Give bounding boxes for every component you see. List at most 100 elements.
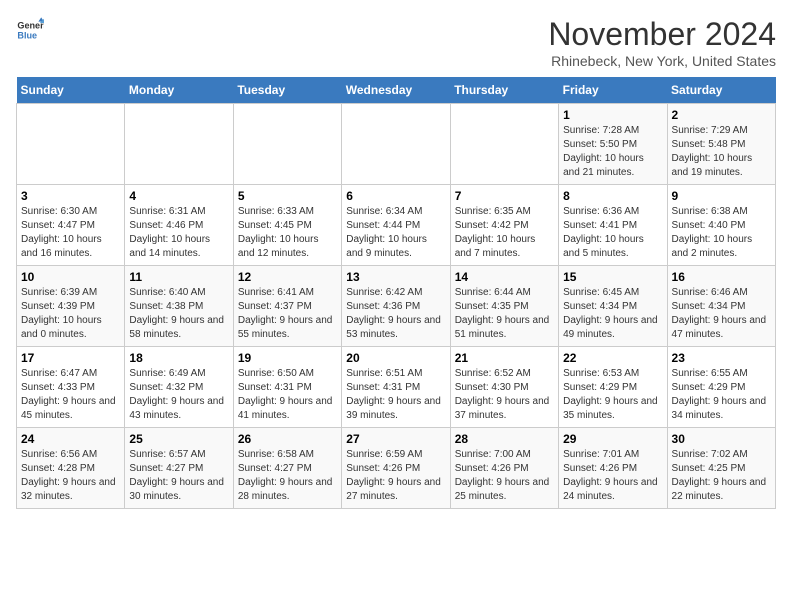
- day-number: 25: [129, 432, 228, 446]
- day-info: Sunrise: 6:46 AM Sunset: 4:34 PM Dayligh…: [672, 286, 771, 342]
- day-number: 24: [21, 432, 120, 446]
- day-cell: 4 Sunrise: 6:31 AM Sunset: 4:46 PM Daylig…: [125, 185, 233, 266]
- day-number: 2: [672, 108, 771, 122]
- month-title: November 2024: [548, 16, 776, 53]
- day-info: Sunrise: 6:33 AM Sunset: 4:45 PM Dayligh…: [238, 205, 337, 261]
- day-info: Sunrise: 6:59 AM Sunset: 4:26 PM Dayligh…: [346, 448, 445, 504]
- page-header: General Blue November 2024 Rhinebeck, Ne…: [16, 16, 776, 69]
- week-row-4: 17 Sunrise: 6:47 AM Sunset: 4:33 PM Dayli…: [17, 347, 776, 428]
- day-info: Sunrise: 6:47 AM Sunset: 4:33 PM Dayligh…: [21, 367, 120, 423]
- day-number: 19: [238, 351, 337, 365]
- day-number: 6: [346, 189, 445, 203]
- day-number: 8: [563, 189, 662, 203]
- day-cell: 8 Sunrise: 6:36 AM Sunset: 4:41 PM Daylig…: [559, 185, 667, 266]
- week-row-1: 1 Sunrise: 7:28 AM Sunset: 5:50 PM Daylig…: [17, 104, 776, 185]
- day-cell: 30 Sunrise: 7:02 AM Sunset: 4:25 PM Dayli…: [667, 428, 775, 509]
- day-cell: 26Sunrise: 6:58 AM Sunset: 4:27 PM Dayli…: [233, 428, 341, 509]
- day-number: 13: [346, 270, 445, 284]
- day-cell: 11Sunrise: 6:40 AM Sunset: 4:38 PM Dayli…: [125, 266, 233, 347]
- day-number: 28: [455, 432, 554, 446]
- col-header-friday: Friday: [559, 77, 667, 104]
- col-header-thursday: Thursday: [450, 77, 558, 104]
- day-info: Sunrise: 6:42 AM Sunset: 4:36 PM Dayligh…: [346, 286, 445, 342]
- col-header-saturday: Saturday: [667, 77, 775, 104]
- day-info: Sunrise: 6:39 AM Sunset: 4:39 PM Dayligh…: [21, 286, 120, 342]
- col-header-sunday: Sunday: [17, 77, 125, 104]
- week-row-2: 3Sunrise: 6:30 AM Sunset: 4:47 PM Daylig…: [17, 185, 776, 266]
- col-header-wednesday: Wednesday: [342, 77, 450, 104]
- day-cell: 16 Sunrise: 6:46 AM Sunset: 4:34 PM Dayli…: [667, 266, 775, 347]
- col-header-tuesday: Tuesday: [233, 77, 341, 104]
- day-cell: 5 Sunrise: 6:33 AM Sunset: 4:45 PM Daylig…: [233, 185, 341, 266]
- day-number: 5: [238, 189, 337, 203]
- day-cell: 6 Sunrise: 6:34 AM Sunset: 4:44 PM Daylig…: [342, 185, 450, 266]
- day-number: 18: [129, 351, 228, 365]
- day-number: 22: [563, 351, 662, 365]
- day-info: Sunrise: 7:00 AM Sunset: 4:26 PM Dayligh…: [455, 448, 554, 504]
- calendar-table: SundayMondayTuesdayWednesdayThursdayFrid…: [16, 77, 776, 509]
- day-number: 14: [455, 270, 554, 284]
- day-info: Sunrise: 6:44 AM Sunset: 4:35 PM Dayligh…: [455, 286, 554, 342]
- day-cell: 29Sunrise: 7:01 AM Sunset: 4:26 PM Dayli…: [559, 428, 667, 509]
- day-number: 20: [346, 351, 445, 365]
- day-info: Sunrise: 6:51 AM Sunset: 4:31 PM Dayligh…: [346, 367, 445, 423]
- day-info: Sunrise: 6:31 AM Sunset: 4:46 PM Dayligh…: [129, 205, 228, 261]
- day-cell: 24 Sunrise: 6:56 AM Sunset: 4:28 PM Dayli…: [17, 428, 125, 509]
- col-header-monday: Monday: [125, 77, 233, 104]
- day-info: Sunrise: 6:52 AM Sunset: 4:30 PM Dayligh…: [455, 367, 554, 423]
- day-number: 4: [129, 189, 228, 203]
- day-number: 30: [672, 432, 771, 446]
- day-number: 17: [21, 351, 120, 365]
- day-cell: 23 Sunrise: 6:55 AM Sunset: 4:29 PM Dayli…: [667, 347, 775, 428]
- day-info: Sunrise: 6:49 AM Sunset: 4:32 PM Dayligh…: [129, 367, 228, 423]
- day-number: 10: [21, 270, 120, 284]
- day-info: Sunrise: 6:55 AM Sunset: 4:29 PM Dayligh…: [672, 367, 771, 423]
- day-number: 3: [21, 189, 120, 203]
- day-cell: 25 Sunrise: 6:57 AM Sunset: 4:27 PM Dayli…: [125, 428, 233, 509]
- day-cell: [342, 104, 450, 185]
- day-info: Sunrise: 6:56 AM Sunset: 4:28 PM Dayligh…: [21, 448, 120, 504]
- day-cell: 7 Sunrise: 6:35 AM Sunset: 4:42 PM Daylig…: [450, 185, 558, 266]
- day-cell: 10 Sunrise: 6:39 AM Sunset: 4:39 PM Dayli…: [17, 266, 125, 347]
- day-cell: 17 Sunrise: 6:47 AM Sunset: 4:33 PM Dayli…: [17, 347, 125, 428]
- svg-text:General: General: [17, 21, 44, 31]
- day-number: 23: [672, 351, 771, 365]
- day-cell: 19Sunrise: 6:50 AM Sunset: 4:31 PM Dayli…: [233, 347, 341, 428]
- day-cell: 28 Sunrise: 7:00 AM Sunset: 4:26 PM Dayli…: [450, 428, 558, 509]
- day-cell: 14 Sunrise: 6:44 AM Sunset: 4:35 PM Dayli…: [450, 266, 558, 347]
- day-number: 16: [672, 270, 771, 284]
- day-number: 7: [455, 189, 554, 203]
- day-info: Sunrise: 6:36 AM Sunset: 4:41 PM Dayligh…: [563, 205, 662, 261]
- day-cell: 9 Sunrise: 6:38 AM Sunset: 4:40 PM Daylig…: [667, 185, 775, 266]
- day-info: Sunrise: 6:57 AM Sunset: 4:27 PM Dayligh…: [129, 448, 228, 504]
- day-info: Sunrise: 6:38 AM Sunset: 4:40 PM Dayligh…: [672, 205, 771, 261]
- title-block: November 2024 Rhinebeck, New York, Unite…: [548, 16, 776, 69]
- day-info: Sunrise: 7:02 AM Sunset: 4:25 PM Dayligh…: [672, 448, 771, 504]
- day-info: Sunrise: 6:35 AM Sunset: 4:42 PM Dayligh…: [455, 205, 554, 261]
- day-number: 29: [563, 432, 662, 446]
- day-info: Sunrise: 6:40 AM Sunset: 4:38 PM Dayligh…: [129, 286, 228, 342]
- day-number: 15: [563, 270, 662, 284]
- day-cell: [17, 104, 125, 185]
- location-subtitle: Rhinebeck, New York, United States: [548, 53, 776, 69]
- day-info: Sunrise: 7:28 AM Sunset: 5:50 PM Dayligh…: [563, 124, 662, 180]
- day-cell: 22 Sunrise: 6:53 AM Sunset: 4:29 PM Dayli…: [559, 347, 667, 428]
- day-info: Sunrise: 6:34 AM Sunset: 4:44 PM Dayligh…: [346, 205, 445, 261]
- day-number: 12: [238, 270, 337, 284]
- day-cell: 2 Sunrise: 7:29 AM Sunset: 5:48 PM Daylig…: [667, 104, 775, 185]
- day-number: 9: [672, 189, 771, 203]
- day-info: Sunrise: 6:53 AM Sunset: 4:29 PM Dayligh…: [563, 367, 662, 423]
- day-cell: [233, 104, 341, 185]
- day-cell: 27Sunrise: 6:59 AM Sunset: 4:26 PM Dayli…: [342, 428, 450, 509]
- day-info: Sunrise: 6:41 AM Sunset: 4:37 PM Dayligh…: [238, 286, 337, 342]
- day-info: Sunrise: 6:45 AM Sunset: 4:34 PM Dayligh…: [563, 286, 662, 342]
- day-info: Sunrise: 7:29 AM Sunset: 5:48 PM Dayligh…: [672, 124, 771, 180]
- day-number: 1: [563, 108, 662, 122]
- day-cell: 18 Sunrise: 6:49 AM Sunset: 4:32 PM Dayli…: [125, 347, 233, 428]
- day-cell: [450, 104, 558, 185]
- day-cell: 12 Sunrise: 6:41 AM Sunset: 4:37 PM Dayli…: [233, 266, 341, 347]
- day-cell: 13 Sunrise: 6:42 AM Sunset: 4:36 PM Dayli…: [342, 266, 450, 347]
- day-cell: [125, 104, 233, 185]
- day-cell: 3Sunrise: 6:30 AM Sunset: 4:47 PM Daylig…: [17, 185, 125, 266]
- logo-icon: General Blue: [16, 16, 44, 44]
